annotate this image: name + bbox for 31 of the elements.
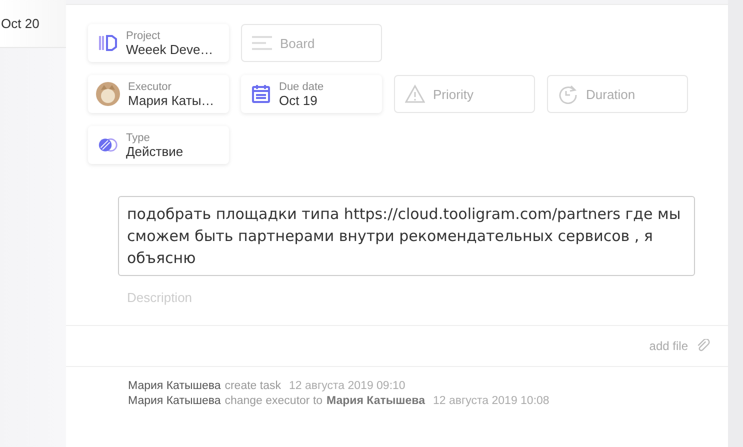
calendar-icon [251, 84, 271, 104]
field-value: Weeek Deve… [126, 43, 214, 57]
field-label: Project [126, 29, 162, 43]
columns-icon [98, 33, 118, 53]
activity-time: 12 августа 2019 09:10 [288, 380, 406, 392]
activity-action: change executor to [224, 395, 323, 407]
activity-time: 12 августа 2019 10:08 [432, 395, 550, 407]
activity-target: Мария Катышева [326, 395, 425, 407]
field-label: Type [126, 131, 151, 145]
due-date: Oct 20 [1, 16, 40, 31]
field-placeholder: Priority [433, 86, 474, 102]
lines-icon [252, 33, 272, 53]
activity-user: Мария Катышева [128, 380, 221, 392]
field-card[interactable]: Type Действие [88, 126, 229, 164]
field-placeholder: Board [280, 36, 315, 50]
field-label: Executor [128, 80, 172, 94]
task-text-field[interactable]: подобрать площадки типа https://cloud.tooligram.com/partners где мы сможем быть партнерами внутри рекомендательных сервисов , я объясню [118, 196, 695, 276]
field-card[interactable]: Due date Oct 19 [241, 75, 382, 113]
field-label: Due date [279, 80, 324, 94]
field-value: Мария Каты… [128, 94, 214, 108]
clock-icon [558, 84, 578, 104]
field-placeholder: Duration [586, 86, 636, 102]
avatar-icon [96, 82, 120, 106]
field-value: Oct 19 [279, 94, 318, 108]
field-card[interactable]: Executor Мария Каты… [88, 75, 229, 113]
activity-user: Мария Катышева [128, 395, 221, 407]
field-value: Действие [126, 145, 184, 159]
paperclip-icon[interactable] [696, 339, 710, 353]
activity-action: create task [224, 380, 281, 392]
warning-icon [405, 84, 425, 104]
field-card[interactable]: Project Weeek Deve… [88, 24, 229, 62]
